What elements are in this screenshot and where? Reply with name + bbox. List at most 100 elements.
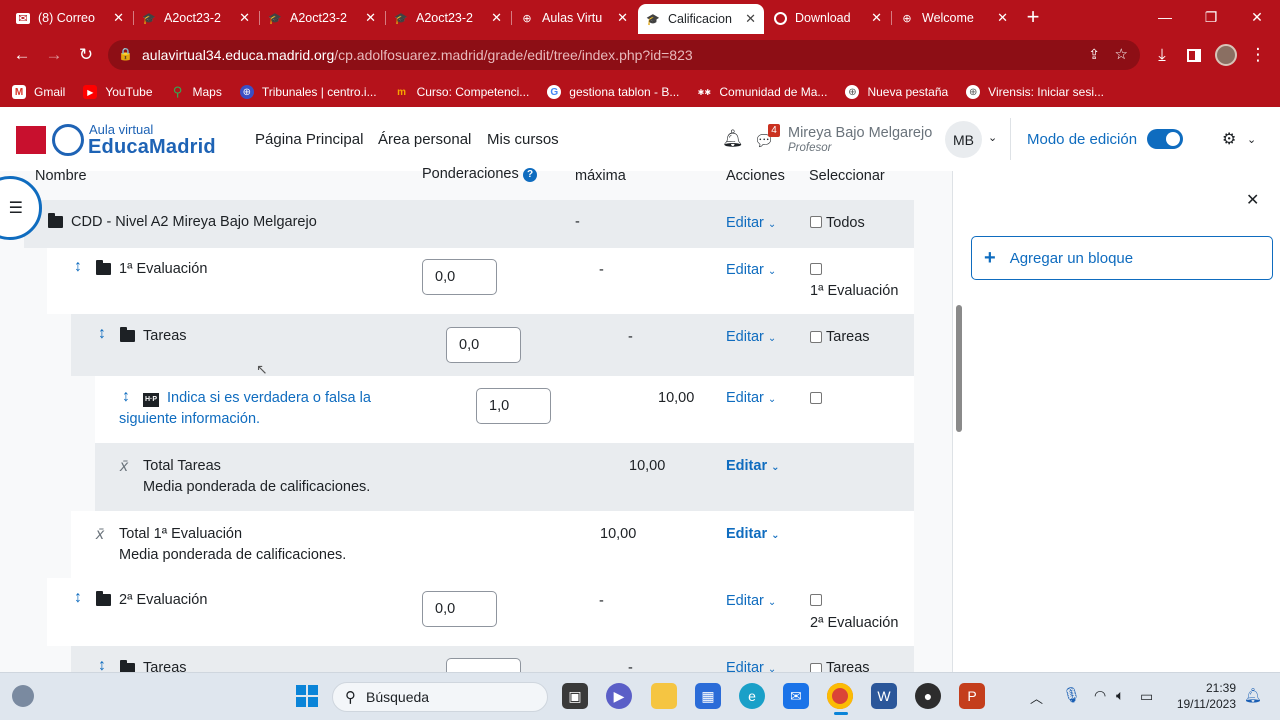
edit-menu-total-eval1[interactable]: Editar ⌄ xyxy=(726,526,780,542)
close-drawer-icon[interactable]: ✕ xyxy=(1246,190,1259,210)
edit-mode-toggle[interactable] xyxy=(1147,129,1183,149)
bookmark-youtube[interactable]: ▶ YouTube xyxy=(83,85,153,99)
move-arrows-icon[interactable]: ↕ xyxy=(74,258,82,276)
mail-app-icon[interactable]: ✉ xyxy=(783,683,809,709)
chevron-up-icon[interactable]: ︿ xyxy=(1030,688,1043,707)
close-tab-icon[interactable]: ✕ xyxy=(365,10,376,26)
taskbar-search[interactable]: ⚲ Búsqueda xyxy=(332,682,548,712)
new-tab-button[interactable]: + xyxy=(1016,0,1050,34)
close-tab-icon[interactable]: ✕ xyxy=(239,10,250,26)
edge-icon[interactable]: e xyxy=(739,683,765,709)
restore-button[interactable]: ❐ xyxy=(1188,0,1234,34)
tab-a2oct23-1[interactable]: 🎓 A2oct23-2 ✕ xyxy=(134,4,258,32)
word-icon[interactable]: W xyxy=(871,683,897,709)
weight-input[interactable]: 0,0 xyxy=(422,591,497,627)
nav-pagina-principal[interactable]: Página Principal xyxy=(255,131,363,148)
download-button[interactable]: ⤓ xyxy=(1148,41,1176,69)
select-checkbox[interactable] xyxy=(810,392,822,404)
select-checkbox[interactable] xyxy=(810,594,822,606)
file-explorer-icon[interactable] xyxy=(651,683,677,709)
grade-item-link[interactable]: Indica si es verdadera o falsa la xyxy=(167,390,371,406)
notifications-bell-icon[interactable]: 🔔︎ xyxy=(1244,687,1262,704)
back-button[interactable]: ← xyxy=(8,41,36,69)
weight-input[interactable] xyxy=(446,658,521,672)
side-panel-button[interactable] xyxy=(1180,41,1208,69)
close-tab-icon[interactable]: ✕ xyxy=(491,10,502,26)
minimize-button[interactable]: — xyxy=(1142,0,1188,34)
volume-icon[interactable]: 🔈︎ xyxy=(1116,687,1124,704)
nav-area-personal[interactable]: Área personal xyxy=(378,131,471,148)
chrome-taskbar-icon[interactable] xyxy=(827,683,853,709)
page-scrollbar-thumb[interactable] xyxy=(956,305,962,432)
bookmark-tribunales[interactable]: ⊕ Tribunales | centro.i... xyxy=(239,85,377,99)
chevron-down-icon[interactable]: ⌄ xyxy=(988,131,997,144)
settings-gear-icon[interactable]: ⚙ xyxy=(1222,129,1236,149)
microphone-icon[interactable]: 🎙︎ xyxy=(1062,686,1081,704)
select-checkbox[interactable] xyxy=(810,263,822,275)
move-arrows-icon[interactable]: ↕ xyxy=(98,325,106,343)
store-icon[interactable]: ▦ xyxy=(695,683,721,709)
bookmark-comunidad[interactable]: ✱✱ Comunidad de Ma... xyxy=(697,85,828,99)
battery-icon[interactable]: ▭ xyxy=(1140,688,1153,705)
edit-menu-eval1[interactable]: Editar ⌄ xyxy=(726,262,776,278)
share-icon[interactable]: ⇪ xyxy=(1088,46,1100,63)
profile-button[interactable] xyxy=(1212,41,1240,69)
bell-icon[interactable]: 🔔︎ xyxy=(722,129,744,149)
weight-input[interactable]: 0,0 xyxy=(422,259,497,295)
tab-aulas-virtuales[interactable]: ⊕ Aulas Virtu ✕ xyxy=(512,4,636,32)
weight-input[interactable]: 0,0 xyxy=(446,327,521,363)
edit-menu-course[interactable]: Editar ⌄ xyxy=(726,215,776,231)
bookmark-curso[interactable]: m Curso: Competenci... xyxy=(395,85,529,99)
tab-download[interactable]: Download ✕ xyxy=(766,4,890,32)
close-tab-icon[interactable]: ✕ xyxy=(617,10,628,26)
tab-calificaciones-active[interactable]: 🎓 Calificacion ✕ xyxy=(638,4,764,34)
bookmark-nueva-pestana[interactable]: ⊕ Nueva pestaña xyxy=(845,85,948,99)
reload-button[interactable]: ↻ xyxy=(72,41,100,69)
user-name[interactable]: Mireya Bajo Melgarejo xyxy=(788,125,932,141)
move-arrows-icon[interactable]: ↕ xyxy=(122,388,130,406)
close-window-button[interactable]: ✕ xyxy=(1234,0,1280,34)
grade-item-link-line2[interactable]: siguiente información. xyxy=(119,411,260,427)
close-tab-icon[interactable]: ✕ xyxy=(997,10,1008,26)
close-tab-icon[interactable]: ✕ xyxy=(745,11,756,27)
nav-mis-cursos[interactable]: Mis cursos xyxy=(487,131,559,148)
star-icon[interactable]: ☆ xyxy=(1115,45,1128,63)
edit-menu-tareas1[interactable]: Editar ⌄ xyxy=(726,329,776,345)
forward-button[interactable]: → xyxy=(40,41,68,69)
address-bar[interactable]: 🔒 aulavirtual34.educa.madrid.org/cp.adol… xyxy=(108,40,1140,70)
bookmark-maps[interactable]: ⚲ Maps xyxy=(171,84,222,99)
user-avatar[interactable]: MB xyxy=(945,121,982,158)
add-block-button[interactable]: + Agregar un bloque xyxy=(971,236,1273,280)
clock-time[interactable]: 21:39 xyxy=(1170,681,1236,695)
wifi-icon[interactable]: ◠ xyxy=(1094,687,1106,704)
moodle-cap-icon: 🎓 xyxy=(646,13,660,26)
bookmark-virensis[interactable]: ⊕ Virensis: Iniciar sesi... xyxy=(966,85,1104,99)
powerpoint-icon[interactable]: P xyxy=(959,683,985,709)
browser-menu-button[interactable]: ⋮ xyxy=(1244,41,1272,69)
tab-correo[interactable]: ✉ (8) Correo ✕ xyxy=(8,4,132,32)
edit-menu-item[interactable]: Editar ⌄ xyxy=(726,390,776,406)
tab-a2oct23-3[interactable]: 🎓 A2oct23-2 ✕ xyxy=(386,4,510,32)
help-icon[interactable]: ? xyxy=(523,168,537,182)
col-header-name[interactable]: Nombre xyxy=(35,168,87,184)
obs-icon[interactable]: ● xyxy=(915,683,941,709)
tab-welcome[interactable]: ⊕ Welcome ✕ xyxy=(892,4,1016,32)
select-all-checkbox[interactable] xyxy=(810,216,822,228)
select-checkbox[interactable] xyxy=(810,331,822,343)
bookmark-gmail[interactable]: M Gmail xyxy=(12,85,65,99)
clock-date[interactable]: 19/11/2023 xyxy=(1170,697,1236,711)
close-tab-icon[interactable]: ✕ xyxy=(871,10,882,26)
bookmark-gestiona[interactable]: Ggestiona tablon - B... xyxy=(547,85,679,99)
windows-start-icon[interactable] xyxy=(296,685,318,707)
weight-input[interactable]: 1,0 xyxy=(476,388,551,424)
move-arrows-icon[interactable]: ↕ xyxy=(74,589,82,607)
total-description: Media ponderada de calificaciones. xyxy=(143,479,371,495)
task-view-icon[interactable]: ▣ xyxy=(562,683,588,709)
widgets-icon[interactable] xyxy=(12,685,34,707)
teams-chat-icon[interactable]: ▶ xyxy=(606,683,632,709)
close-tab-icon[interactable]: ✕ xyxy=(113,10,124,26)
edit-menu-total-tareas[interactable]: Editar ⌄ xyxy=(726,458,780,474)
edit-menu-eval2[interactable]: Editar ⌄ xyxy=(726,593,776,609)
chevron-down-icon[interactable]: ⌄ xyxy=(1247,133,1256,146)
tab-a2oct23-2[interactable]: 🎓 A2oct23-2 ✕ xyxy=(260,4,384,32)
